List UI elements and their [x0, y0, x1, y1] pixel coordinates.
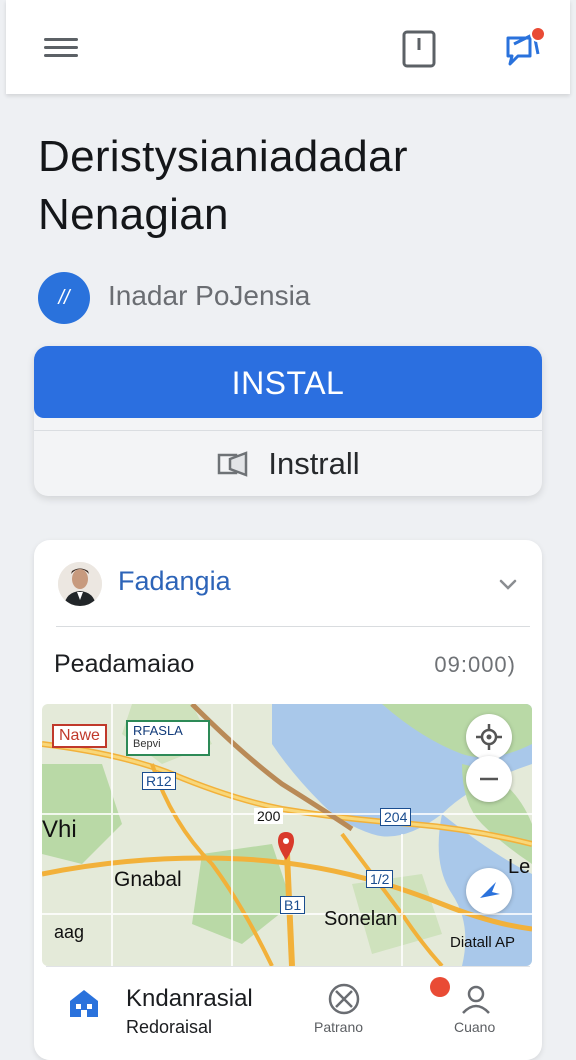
navigate-button[interactable] [466, 868, 512, 914]
nav-compass-label: Patrano [314, 1019, 364, 1035]
install-secondary-label: Instrall [268, 446, 360, 481]
map-label-200: 200 [254, 808, 284, 824]
info-card: Fadangia Peadamaiao 09:000) Nawe RFASLA … [34, 540, 542, 1060]
zoom-out-button[interactable] [466, 756, 512, 802]
author-name[interactable]: Fadangia [118, 566, 231, 597]
detail-row-label: Peadamaiao [54, 650, 195, 678]
map-canvas[interactable] [42, 704, 532, 966]
map-label-r12: R12 [142, 772, 176, 790]
map-label-172: 1/2 [366, 870, 394, 888]
crosshair-icon [476, 724, 502, 750]
top-app-bar [6, 0, 570, 94]
nav-home-subtitle: Redoraisal [126, 1017, 213, 1037]
map-label-gnabal: Gnabal [114, 868, 182, 891]
map-badge-rfasla-title: RFASLA [133, 723, 183, 738]
app-title-line1: Deristysianiadadar [38, 132, 408, 181]
device-install-icon [218, 451, 248, 477]
developer-name[interactable]: Inadar PoJensia [108, 280, 310, 312]
detail-row-time: 09:000) [434, 652, 516, 677]
map-badge-rfasla-sub: Bepvi [133, 738, 161, 750]
developer-logo-icon[interactable]: // [38, 272, 90, 324]
map-label-nawe: Nawe [52, 724, 107, 748]
navigation-arrow-icon [480, 882, 500, 898]
chevron-down-icon[interactable] [496, 572, 520, 596]
profile-icon[interactable] [458, 981, 494, 1017]
map-label-sonelan: Sonelan [324, 908, 398, 930]
minus-icon [480, 777, 498, 781]
nav-profile-label: Cuano [454, 1019, 496, 1035]
avatar[interactable] [58, 562, 102, 606]
map-badge-rfasla: RFASLA Bepvi [126, 720, 210, 756]
notification-badge [530, 26, 546, 42]
install-button[interactable]: INSTAL [34, 346, 542, 418]
map-label-diatall: Diatall AP [450, 934, 516, 951]
install-secondary-button[interactable]: Instrall [34, 430, 542, 497]
locate-me-button[interactable] [466, 714, 512, 760]
developer-logo-glyph: // [58, 287, 70, 309]
chat-bubble-icon[interactable] [504, 26, 548, 70]
app-title: Deristysianiadadar Nenagian [38, 128, 538, 244]
map-label-b1: B1 [280, 896, 306, 914]
app-title-line2: Nenagian [38, 190, 229, 239]
divider [56, 626, 530, 627]
notification-dot [430, 977, 450, 997]
bottom-navigation: Kndanrasial Redoraisal Patrano Cuano [46, 966, 530, 1060]
map-view[interactable]: Nawe RFASLA Bepvi R12 Vhi 200 204 Gnabal… [42, 704, 532, 966]
tablet-icon[interactable] [402, 30, 436, 68]
map-label-204: 204 [380, 808, 412, 826]
home-icon[interactable] [66, 985, 102, 1021]
map-label-vhi: Vhi [42, 816, 77, 843]
hamburger-menu-icon[interactable] [44, 34, 80, 62]
install-panel: INSTAL Instrall [34, 346, 542, 496]
nav-home-title[interactable]: Kndanrasial [126, 985, 253, 1013]
map-label-aag: aag [54, 922, 85, 942]
compass-icon[interactable] [326, 981, 362, 1017]
